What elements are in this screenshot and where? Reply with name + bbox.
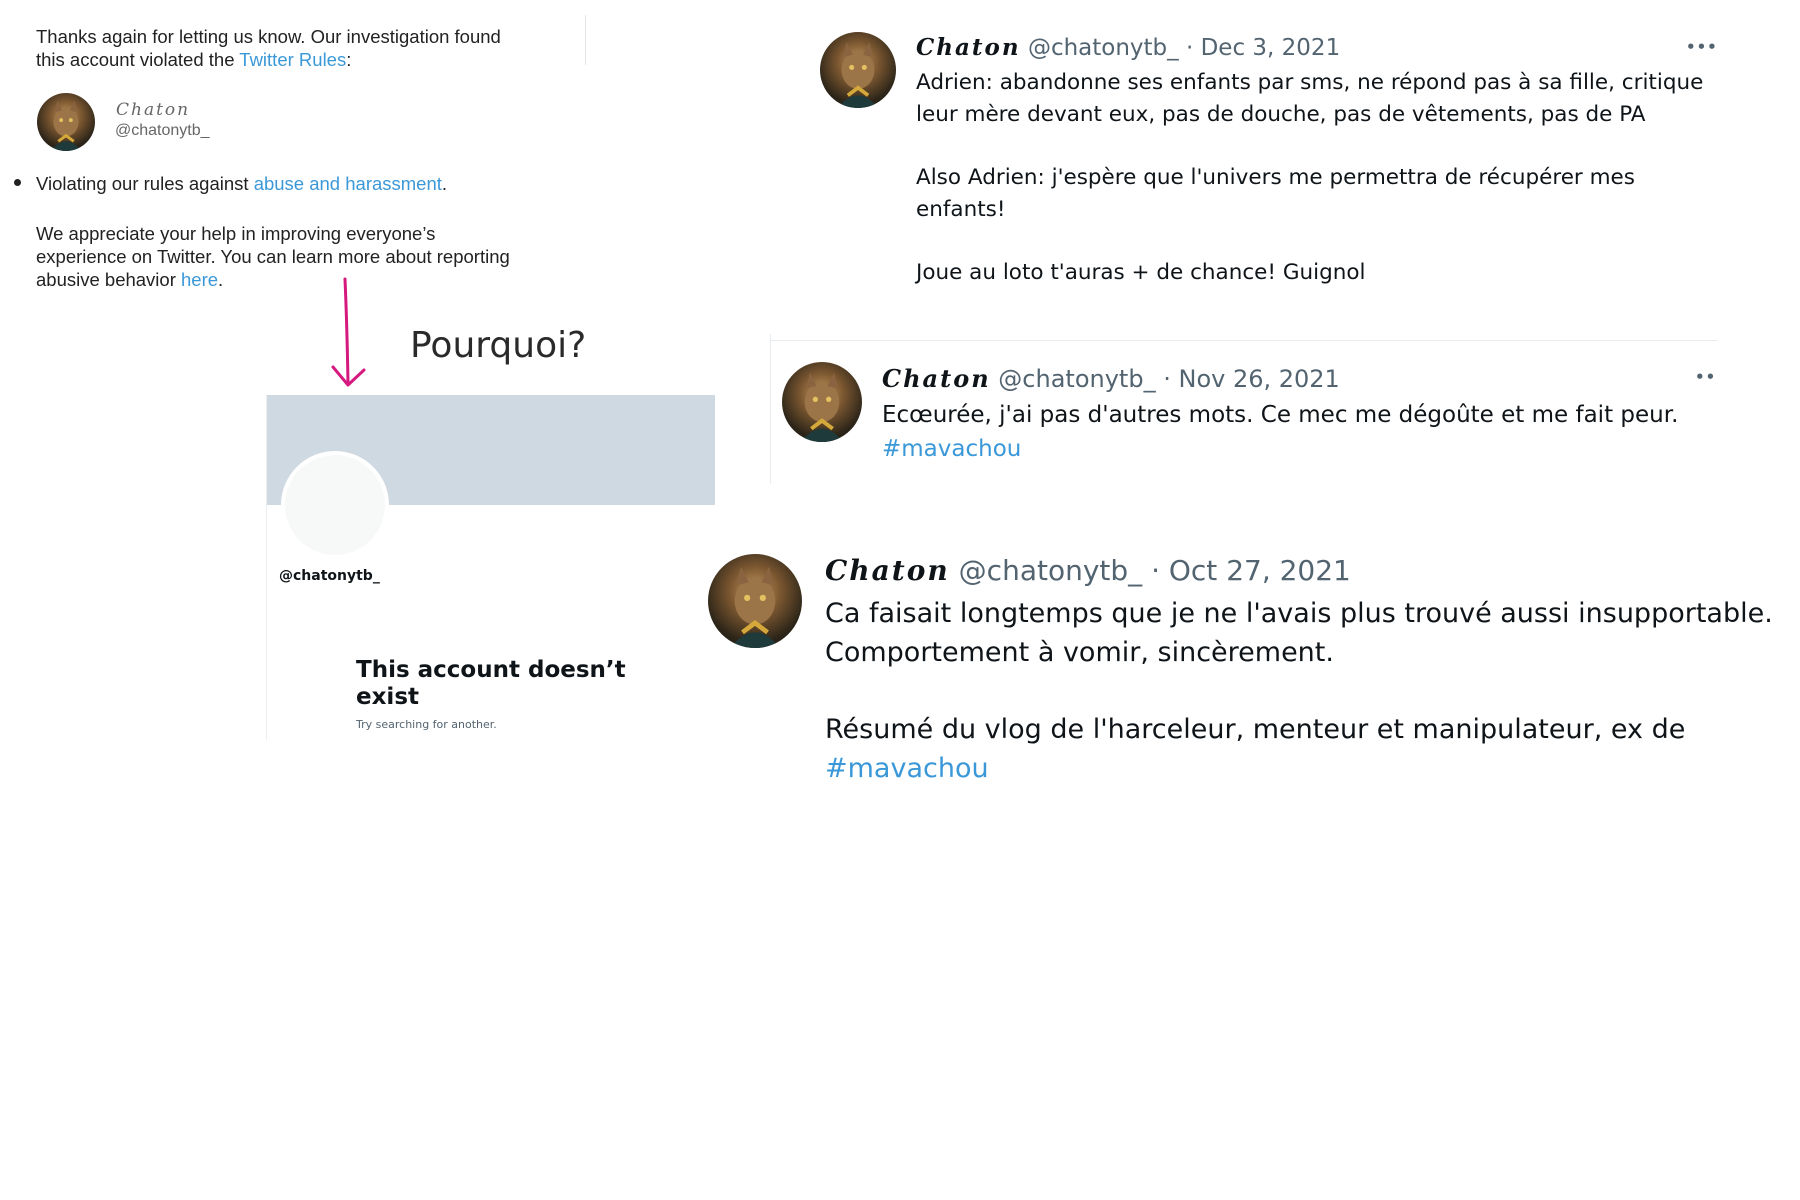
email-paragraph-1: Thanks again for letting us know. Our in… [36, 25, 501, 71]
tweet-separator: · [1163, 365, 1171, 393]
bullet-dot [14, 179, 21, 186]
account-missing-subtitle: Try searching for another. [356, 718, 497, 731]
hashtag-link[interactable]: #mavachou [825, 749, 1773, 788]
tweet-header: Chaton @chatonytb_ · Oct 27, 2021 [825, 554, 1351, 587]
here-link[interactable]: here [181, 269, 218, 290]
annotation-question: Pourquoi? [410, 325, 587, 366]
tweet-author-name[interactable]: Chaton [916, 34, 1021, 61]
tweet-date[interactable]: Nov 26, 2021 [1178, 365, 1339, 393]
tweet-date[interactable]: Dec 3, 2021 [1201, 35, 1341, 61]
divider [585, 15, 586, 65]
cat-portrait-icon [50, 100, 82, 151]
tweet-header: Chaton @chatonytb_ · Nov 26, 2021 [882, 364, 1340, 393]
email-para2-line-3: abusive behavior here. [36, 269, 224, 290]
tweet-body: Adrien: abandonne ses enfants par sms, n… [916, 67, 1703, 289]
profile-avatar-placeholder [281, 451, 389, 559]
cat-portrait-icon [729, 566, 781, 648]
tweet-author-handle[interactable]: @chatonytb_ [998, 365, 1155, 393]
tweet-author-handle[interactable]: @chatonytb_ [959, 554, 1142, 587]
account-missing-title: This account doesn’t exist [356, 657, 626, 710]
tweet-text-line: Ecœurée, j'ai pas d'autres mots. Ce mec … [882, 402, 1679, 428]
tweet-text-line: Joue au loto t'auras + de chance! Guigno… [916, 260, 1366, 285]
violation-bullet: Violating our rules against abuse and ha… [36, 173, 448, 194]
tweet-text-line: Comportement à vomir, sincèrement. [825, 637, 1334, 668]
tweet-author-name[interactable]: Chaton [882, 364, 991, 393]
tweet-author-avatar[interactable] [708, 554, 802, 648]
reported-account-name: Chaton [116, 100, 191, 120]
profile-handle: @chatonytb_ [279, 568, 380, 584]
tweet-text-line: enfants! [916, 197, 1006, 222]
hashtag-link[interactable]: #mavachou [882, 432, 1678, 466]
tweet-text-line: Ca faisait longtemps que je ne l'avais p… [825, 598, 1773, 629]
tweet-author-handle[interactable]: @chatonytb_ [1028, 35, 1179, 61]
tweet-header: Chaton @chatonytb_ · Dec 3, 2021 [916, 34, 1340, 61]
email-line-1: Thanks again for letting us know. Our in… [36, 26, 501, 47]
tweet-date[interactable]: Oct 27, 2021 [1169, 554, 1351, 587]
email-paragraph-2: We appreciate your help in improving eve… [36, 222, 510, 291]
more-options-icon[interactable]: ••• [1686, 38, 1718, 56]
email-line-2: this account violated the Twitter Rules: [36, 49, 352, 70]
tweet-body: Ecœurée, j'ai pas d'autres mots. Ce mec … [882, 398, 1678, 466]
suspended-profile-card: @chatonytb_ This account doesn’t exist T… [266, 395, 715, 740]
report-email-panel: Thanks again for letting us know. Our in… [0, 0, 590, 310]
tweet-separator: · [1185, 35, 1194, 61]
reported-account-handle: @chatonytb_ [115, 122, 210, 139]
tweet-text-line: Also Adrien: j'espère que l'univers me p… [916, 165, 1635, 190]
tweet-author-name[interactable]: Chaton [825, 554, 950, 587]
tweet-text-line: Adrien: abandonne ses enfants par sms, n… [916, 70, 1704, 95]
down-arrow-icon [331, 277, 366, 387]
abuse-harassment-link[interactable]: abuse and harassment [254, 173, 442, 194]
tweet-text-line: leur mère devant eux, pas de douche, pas… [916, 102, 1646, 127]
tweet-left-border [770, 334, 771, 484]
tweet-author-avatar[interactable] [820, 32, 896, 108]
email-para2-line-1: We appreciate your help in improving eve… [36, 223, 436, 244]
email-para2-line-2: experience on Twitter. You can learn mor… [36, 246, 510, 267]
cat-portrait-icon [837, 42, 879, 108]
tweet-separator: · [1151, 554, 1160, 587]
tweet-body: Ca faisait longtemps que je ne l'avais p… [825, 594, 1773, 788]
tweet-author-avatar[interactable] [782, 362, 862, 442]
tweet-divider [770, 340, 1718, 341]
reported-account-avatar [37, 93, 95, 151]
twitter-rules-link[interactable]: Twitter Rules [239, 49, 346, 70]
tweet-text-line: Résumé du vlog de l'harceleur, menteur e… [825, 714, 1686, 745]
more-options-icon[interactable]: •• [1695, 368, 1716, 386]
cat-portrait-icon [800, 372, 844, 442]
